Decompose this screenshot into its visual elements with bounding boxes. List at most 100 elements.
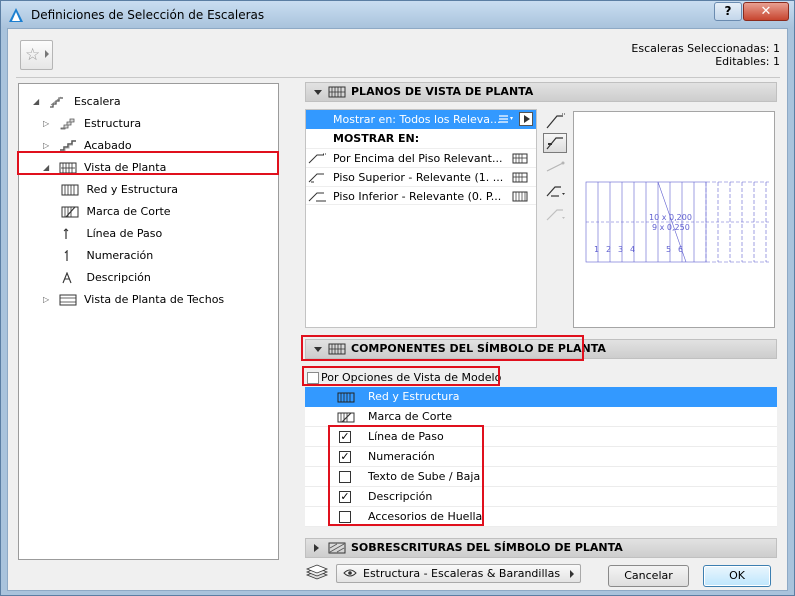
tree-item-label: Línea de Paso — [86, 227, 163, 240]
tree-item-label: Escalera — [74, 95, 121, 108]
layer-select-value: Estructura - Escaleras & Barandillas — [363, 567, 561, 580]
close-button[interactable]: ✕ — [743, 2, 789, 21]
play-icon[interactable] — [519, 112, 533, 126]
highlight-box-tree — [17, 151, 279, 175]
tree-item-label: Numeración — [86, 249, 154, 262]
layers-icon — [305, 564, 329, 580]
upper-floor-icon — [308, 173, 324, 183]
override-icon — [328, 542, 346, 554]
above-floor-tool-icon[interactable] — [543, 111, 567, 131]
lower-floor-icon — [308, 192, 326, 202]
expand-icon[interactable]: ▷ — [43, 114, 55, 134]
tree-item-descripcion[interactable]: Descripción — [61, 268, 151, 288]
expand-icon[interactable]: ▷ — [43, 290, 55, 310]
description-icon — [62, 272, 72, 284]
ok-button[interactable]: OK — [703, 565, 771, 587]
floor-plan-icon — [328, 86, 346, 98]
preview-label-lower: 9 x 0,250 — [652, 223, 690, 232]
list-item-label: Por Encima del Piso Relevant... — [333, 152, 503, 165]
tree-item-label: Estructura — [84, 117, 142, 130]
table-row[interactable]: Red y Estructura — [305, 387, 777, 407]
chevron-right-icon — [45, 50, 49, 58]
expand-triangle-icon[interactable] — [314, 544, 319, 552]
dialog-window: Definiciones de Selección de Escaleras ?… — [0, 0, 795, 596]
highlight-box-checkboxes — [328, 425, 484, 526]
preview-label-upper: 10 x 0,200 — [649, 213, 692, 222]
tree-item-vista-de-planta-de-techos[interactable]: ▷ Vista de Planta de Techos — [43, 290, 224, 310]
list-item-por-encima[interactable]: Por Encima del Piso Relevant... — [306, 148, 536, 167]
collapse-triangle-icon[interactable] — [314, 90, 322, 95]
highlight-box-componentes — [301, 335, 584, 361]
break-mark-icon — [337, 412, 355, 423]
display-on-list: Mostrar en: Todos los Releva... MOSTRAR … — [305, 109, 537, 328]
list-item-label: Mostrar en: Todos los Releva... — [333, 113, 501, 126]
window-title: Definiciones de Selección de Escaleras — [31, 8, 265, 22]
title-bar[interactable]: Definiciones de Selección de Escaleras ?… — [1, 1, 794, 28]
tree-item-label: Descripción — [86, 271, 151, 284]
grid-structure-icon — [61, 184, 79, 196]
section-title: PLANOS DE VISTA DE PLANTA — [351, 85, 534, 98]
section-header-sobrescrituras[interactable]: SOBRESCRITURAS DEL SÍMBOLO DE PLANTA — [305, 538, 777, 558]
tree-item-numeracion[interactable]: Numeración — [61, 246, 153, 266]
break-mark-icon — [61, 206, 79, 218]
relevant-floor-tool-icon[interactable] — [543, 157, 567, 177]
highlight-box-model-option — [302, 366, 500, 386]
chevron-right-icon — [570, 570, 574, 578]
table-row[interactable]: Marca de Corte — [305, 407, 777, 427]
stair-preview: 10 x 0,200 9 x 0,250 1 2 3 4 5 6 — [573, 111, 775, 328]
divider — [16, 77, 780, 78]
help-button[interactable]: ? — [714, 2, 742, 21]
section-title: SOBRESCRITURAS DEL SÍMBOLO DE PLANTA — [351, 541, 623, 554]
favorites-button[interactable]: ☆ — [20, 40, 53, 70]
tree-item-linea-de-paso[interactable]: Línea de Paso — [61, 224, 162, 244]
list-options-icon[interactable] — [498, 114, 514, 125]
star-icon: ☆ — [25, 45, 41, 65]
lower-floor-tool-icon[interactable] — [543, 181, 567, 201]
dialog-client: ☆ Escaleras Seleccionadas: 1 Editables: … — [7, 28, 788, 591]
step-number: 6 — [678, 245, 683, 254]
all-floors-tool-icon[interactable] — [543, 205, 567, 225]
step-number: 5 — [666, 245, 671, 254]
tree-item-marca-de-corte[interactable]: Marca de Corte — [61, 202, 171, 222]
plan-symbol-icon — [512, 153, 528, 164]
component-label: Red y Estructura — [368, 390, 460, 403]
step-number: 3 — [618, 245, 623, 254]
step-number: 1 — [594, 245, 599, 254]
step-number: 4 — [630, 245, 635, 254]
layer-select[interactable]: Estructura - Escaleras & Barandillas — [336, 564, 581, 583]
cancel-button[interactable]: Cancelar — [608, 565, 689, 587]
list-item-mostrar-en[interactable]: Mostrar en: Todos los Releva... — [306, 110, 536, 129]
above-floor-icon — [308, 153, 326, 164]
selection-info: Escaleras Seleccionadas: 1 Editables: 1 — [631, 42, 780, 68]
list-item-label: MOSTRAR EN: — [333, 132, 420, 145]
list-header-mostrar-en: MOSTRAR EN: — [306, 129, 536, 148]
eye-icon — [343, 569, 357, 577]
ceiling-plan-icon — [59, 294, 76, 306]
stair-preview-drawing: 10 x 0,200 9 x 0,250 1 2 3 4 5 6 — [585, 181, 769, 263]
walking-line-icon — [63, 228, 69, 239]
tree-item-label: Red y Estructura — [86, 183, 179, 196]
structure-icon — [60, 118, 74, 130]
tree-item-estructura[interactable]: ▷ Estructura — [43, 114, 141, 134]
list-item-label: Piso Inferior - Relevante (0. P... — [333, 190, 502, 203]
tree-item-label: Vista de Planta de Techos — [84, 293, 225, 306]
numbering-icon — [64, 250, 68, 261]
tree-item-escalera[interactable]: ◢ Escalera — [33, 92, 121, 112]
archicad-app-icon — [9, 8, 23, 22]
collapse-icon[interactable]: ◢ — [33, 92, 45, 112]
grid-structure-icon — [512, 191, 528, 202]
stair-icon — [49, 96, 63, 108]
plan-symbol-icon — [512, 172, 528, 183]
step-number: 2 — [606, 245, 611, 254]
editable-count-text: Editables: 1 — [715, 55, 780, 68]
list-item-label: Piso Superior - Relevante (1. ... — [333, 171, 504, 184]
component-label: Marca de Corte — [368, 410, 453, 423]
current-floor-tool[interactable] — [543, 133, 567, 153]
tree-item-red-y-estructura[interactable]: Red y Estructura — [61, 180, 178, 200]
list-item-piso-superior[interactable]: Piso Superior - Relevante (1. ... — [306, 167, 536, 186]
section-header-planos[interactable]: PLANOS DE VISTA DE PLANTA — [305, 82, 777, 102]
list-item-piso-inferior[interactable]: Piso Inferior - Relevante (0. P... — [306, 186, 536, 205]
current-floor-icon — [546, 137, 563, 150]
tree-item-label: Marca de Corte — [86, 205, 171, 218]
grid-structure-icon — [337, 392, 355, 403]
